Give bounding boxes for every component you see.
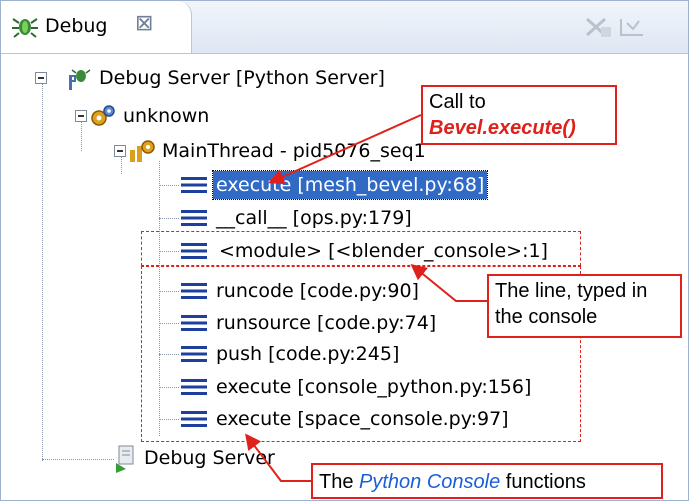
tree-line: [42, 81, 43, 461]
gears-icon: [91, 105, 115, 126]
python-server-icon: [69, 69, 91, 90]
stack-frame-icon: [181, 210, 207, 226]
callout-text: the console: [495, 306, 598, 328]
launcher-icon: [116, 445, 134, 473]
callout-bevel-execute: Call to Bevel.execute(): [421, 85, 617, 145]
view-tabbar: Debug ⊠: [1, 1, 688, 54]
tree-item-label: Debug Server [Python Server]: [99, 67, 385, 89]
remove-terminated-icon[interactable]: [583, 13, 613, 41]
tree-line: [42, 459, 114, 460]
collapse-icon[interactable]: [617, 13, 647, 41]
tree-item-label: unknown: [123, 105, 210, 127]
callout-text: The: [319, 471, 360, 493]
callout-emphasis: Python Console: [359, 471, 501, 493]
tree-line: [159, 218, 179, 219]
callout-text: functions: [500, 471, 586, 493]
callout-typed-line: The line, typed in the console: [487, 274, 682, 338]
collapse-toggle-icon[interactable]: [35, 72, 47, 84]
tree-item-label: Debug Server: [144, 447, 275, 469]
tree-line: [159, 185, 179, 186]
debug-bug-icon: [12, 18, 38, 38]
stack-frame-label: __call__ [ops.py:179]: [216, 207, 412, 229]
debug-view: Debug ⊠ Debug Server [Python Server] unk…: [0, 0, 689, 501]
stack-frame-label: execute [mesh_bevel.py:68]: [211, 170, 489, 200]
collapse-toggle-icon[interactable]: [75, 110, 87, 122]
collapse-toggle-icon[interactable]: [114, 145, 126, 157]
callout-text: The line, typed in: [495, 280, 648, 302]
tree-item-label: MainThread - pid5076_seq1: [162, 140, 426, 162]
callout-text: Call to: [429, 91, 486, 113]
thread-icon: [130, 140, 155, 162]
tab-debug[interactable]: Debug ⊠: [1, 1, 192, 53]
close-icon[interactable]: ⊠: [135, 11, 153, 36]
callout-emphasis: Bevel.execute(): [429, 117, 576, 139]
callout-console-functions: The Python Console functions: [311, 463, 663, 499]
tree-item-unknown[interactable]: unknown: [75, 99, 375, 133]
tab-label: Debug: [45, 15, 108, 37]
stack-frame-icon: [181, 177, 207, 193]
typed-line-highlight: [141, 231, 581, 266]
